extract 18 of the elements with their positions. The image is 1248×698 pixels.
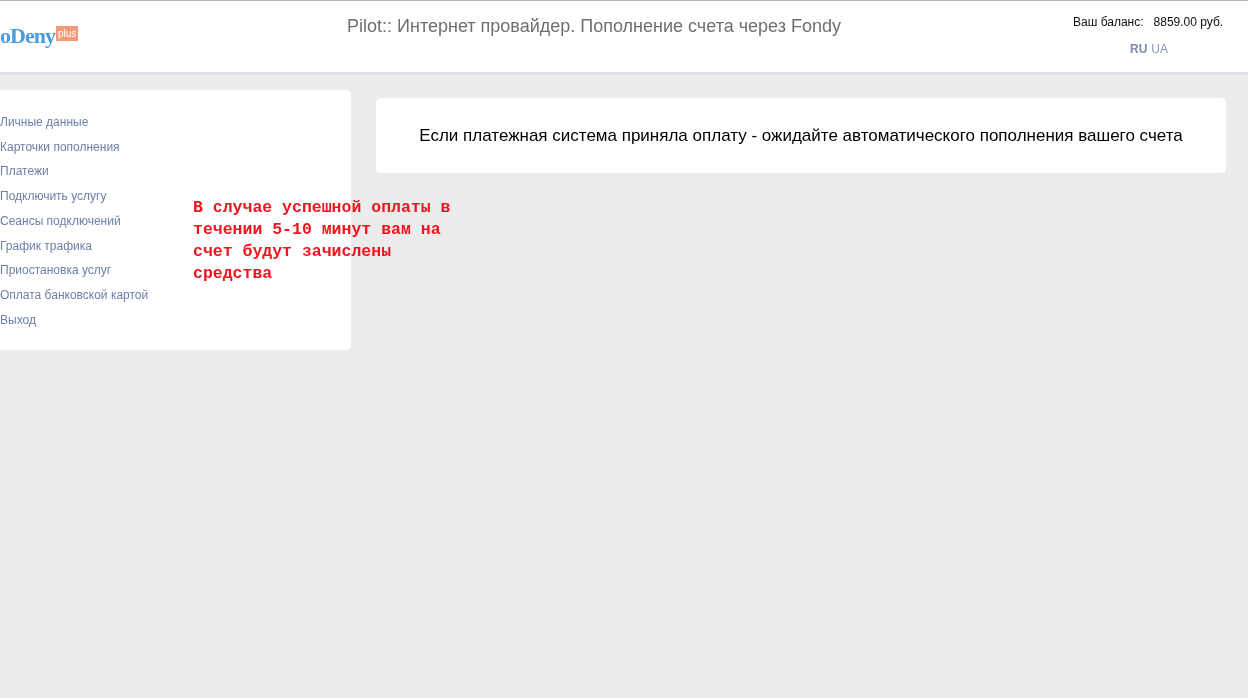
notice-text: В случае успешной оплаты в течении 5-10 минут вам на счет будут зачислены средства	[193, 197, 452, 285]
balance-value: 8859.00 руб.	[1153, 15, 1224, 29]
page-title: Pilot:: Интернет провайдер. Пополнение счета через Fondy	[347, 16, 842, 37]
sidebar-item[interactable]: Выход	[0, 311, 36, 330]
sidebar-item[interactable]: Личные данные	[0, 114, 89, 132]
sidebar-item[interactable]: Приостановка услуг	[0, 262, 112, 280]
sidebar-item[interactable]: Платежи	[0, 163, 49, 182]
logo-badge: plus	[55, 26, 79, 41]
balance-label: Ваш баланс:	[1073, 15, 1144, 29]
sidebar-item[interactable]: График трафика	[0, 237, 92, 256]
sidebar-item[interactable]: Оплата банковской картой	[0, 286, 149, 305]
language-link[interactable]: RU	[1130, 42, 1148, 56]
logo-text: oDeny	[0, 25, 55, 47]
message-text: Если платежная система приняла оплату - ожидайте автоматического пополнения вашего счета	[419, 125, 1183, 146]
sidebar-item[interactable]: Подключить услугу	[0, 188, 107, 206]
sidebar-item[interactable]: Сеансы подключений	[0, 212, 121, 231]
language-link[interactable]: UA	[1151, 42, 1168, 56]
sidebar-item[interactable]: Карточки пополнения	[0, 138, 120, 157]
